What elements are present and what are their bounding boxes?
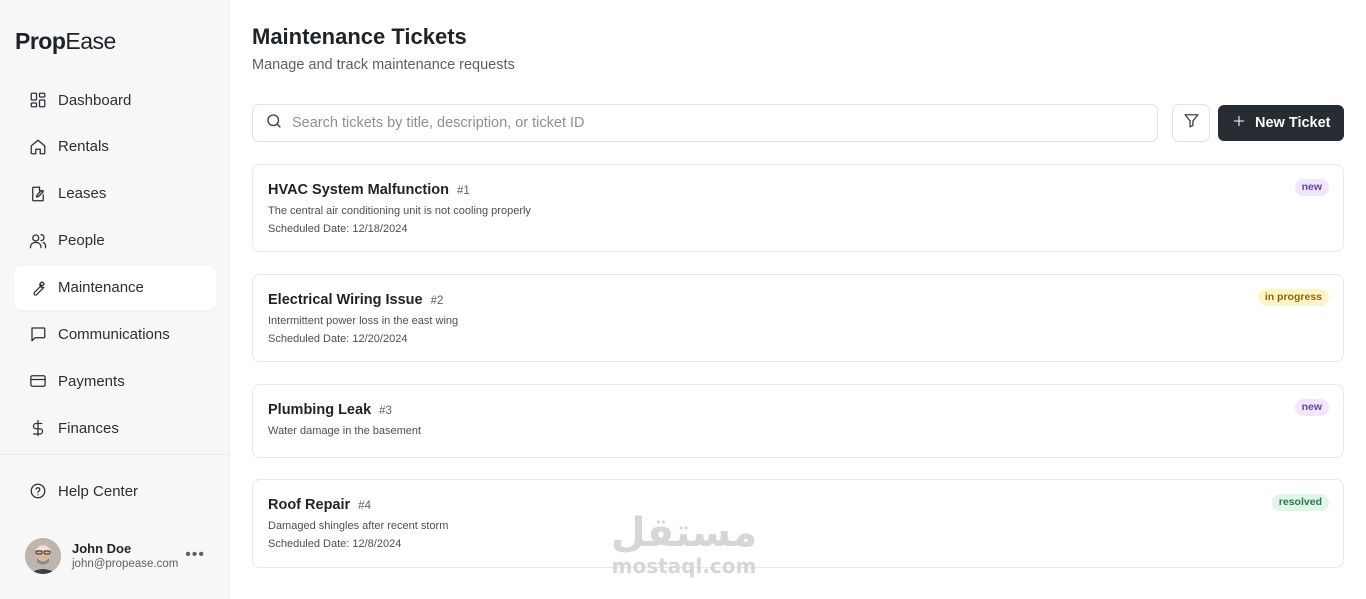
ticket-header: Roof Repair #4 [268, 497, 371, 513]
sidebar-item-label: Finances [58, 419, 119, 437]
ticket-header: HVAC System Malfunction #1 [268, 182, 470, 198]
sidebar-item-payments[interactable]: Payments [14, 359, 216, 403]
help-section: Help Center [14, 469, 216, 516]
document-edit-icon [29, 185, 47, 203]
home-icon [29, 138, 47, 156]
ticket-description: Intermittent power loss in the east wing [268, 315, 459, 327]
ticket-header: Electrical Wiring Issue #2 [268, 292, 443, 308]
user-profile[interactable]: John Doe john@propease.com ••• [25, 537, 215, 575]
more-options-icon[interactable]: ••• [185, 547, 205, 563]
dashboard-icon [29, 91, 47, 109]
new-ticket-label: New Ticket [1255, 115, 1331, 131]
search-icon [265, 112, 283, 135]
ticket-title: HVAC System Malfunction [268, 182, 450, 198]
users-icon [29, 232, 47, 250]
ticket-date: Scheduled Date: 12/20/2024 [268, 333, 408, 345]
brand-logo[interactable]: PropEase [15, 28, 116, 55]
ticket-id: #4 [358, 500, 371, 512]
sidebar-item-label: People [58, 232, 105, 250]
status-badge: resolved [1271, 494, 1329, 512]
brand-name-light: Ease [65, 28, 116, 54]
ticket-header: Plumbing Leak #3 [268, 402, 392, 418]
sidebar-item-label: Help Center [58, 482, 139, 500]
sidebar-item-label: Payments [58, 372, 125, 390]
ticket-title: Electrical Wiring Issue [268, 292, 423, 308]
sidebar-item-help-center[interactable]: Help Center [14, 469, 216, 513]
ticket-description: Water damage in the basement [268, 425, 422, 437]
sidebar-item-communications[interactable]: Communications [14, 312, 216, 356]
ticket-id: #1 [457, 185, 470, 197]
sidebar-item-maintenance[interactable]: Maintenance [14, 265, 216, 310]
sidebar-item-label: Communications [58, 325, 170, 343]
brand-name-bold: Prop [15, 28, 66, 54]
ticket-card[interactable]: HVAC System Malfunction #1 The central a… [252, 164, 1344, 252]
filter-button[interactable] [1172, 104, 1210, 142]
help-circle-icon [29, 482, 47, 500]
status-badge: new [1294, 399, 1329, 417]
sidebar-item-rentals[interactable]: Rentals [14, 125, 216, 169]
status-badge: in progress [1257, 289, 1329, 307]
user-text: John Doe john@propease.com [72, 542, 178, 571]
new-ticket-button[interactable]: New Ticket [1218, 105, 1344, 141]
page-subtitle: Manage and track maintenance requests [252, 57, 515, 73]
ticket-card[interactable]: Electrical Wiring Issue #2 Intermittent … [252, 274, 1344, 362]
sidebar-divider [0, 454, 230, 455]
page-title: Maintenance Tickets [252, 24, 467, 49]
message-icon [29, 325, 47, 343]
sidebar-item-leases[interactable]: Leases [14, 172, 216, 216]
user-name: John Doe [72, 540, 132, 556]
ticket-id: #2 [430, 295, 444, 307]
ticket-card[interactable]: Plumbing Leak #3 Water damage in the bas… [252, 384, 1344, 458]
ticket-title: Plumbing Leak [268, 402, 372, 418]
wrench-icon [29, 279, 47, 297]
status-badge: new [1294, 179, 1329, 197]
sidebar: PropEase Dashboard Rentals Leases People [0, 0, 230, 599]
sidebar-nav: Dashboard Rentals Leases People Maintena… [14, 78, 216, 453]
sidebar-item-people[interactable]: People [14, 219, 216, 263]
sidebar-item-label: Dashboard [58, 91, 132, 109]
ticket-date: Scheduled Date: 12/8/2024 [268, 538, 402, 550]
ticket-description: The central air conditioning unit is not… [268, 205, 531, 217]
credit-card-icon [29, 372, 47, 390]
ticket-description: Damaged shingles after recent storm [268, 520, 449, 532]
sidebar-item-label: Rentals [58, 138, 109, 156]
search-bar[interactable] [252, 104, 1158, 142]
ticket-id: #3 [379, 405, 392, 417]
ticket-card[interactable]: Roof Repair #4 Damaged shingles after re… [252, 479, 1344, 568]
user-email: john@propease.com [72, 557, 179, 570]
sidebar-item-label: Leases [58, 185, 107, 203]
sidebar-item-label: Maintenance [58, 279, 144, 297]
ticket-date: Scheduled Date: 12/18/2024 [268, 223, 408, 235]
dollar-icon [29, 419, 47, 437]
plus-icon [1232, 114, 1255, 132]
filter-icon [1183, 112, 1200, 134]
search-input[interactable] [292, 115, 1142, 131]
ticket-title: Roof Repair [268, 497, 351, 513]
sidebar-item-finances[interactable]: Finances [14, 406, 216, 450]
avatar [25, 538, 61, 574]
sidebar-item-dashboard[interactable]: Dashboard [14, 78, 216, 122]
